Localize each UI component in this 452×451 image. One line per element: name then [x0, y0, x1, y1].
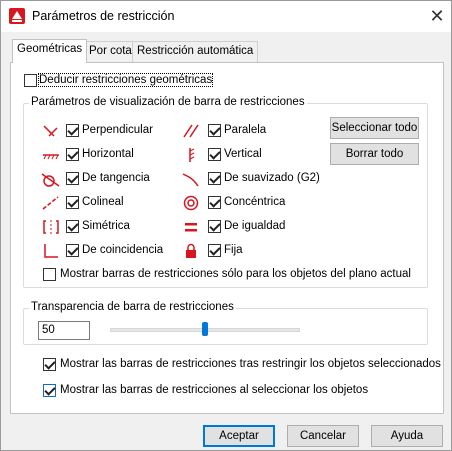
smooth-label: De suavizado (G2) [224, 172, 320, 184]
collinear-icon [42, 196, 59, 210]
transparency-input[interactable]: 50 [38, 321, 90, 340]
equal-icon [185, 223, 197, 232]
vertical-checkbox[interactable] [208, 148, 221, 161]
perpendicular-label: Perpendicular [82, 124, 153, 136]
display-group-title: Parámetros de visualización de barra de … [29, 96, 307, 108]
horizontal-label: Horizontal [82, 148, 134, 160]
symmetric-label: Simétrica [82, 220, 130, 232]
fix-checkbox[interactable] [208, 244, 221, 257]
show-on-select-checkbox[interactable] [43, 384, 56, 397]
symmetric-checkbox[interactable] [66, 220, 79, 233]
coincident-checkbox[interactable] [66, 244, 79, 257]
close-button[interactable]: ✕ [425, 4, 449, 28]
symmetric-icon [43, 220, 59, 234]
tab-geometric[interactable]: Geométricas [12, 39, 88, 63]
perpendicular-icon [43, 125, 58, 137]
title-bar: Parámetros de restricción ✕ [1, 1, 451, 32]
ok-button[interactable]: Aceptar [203, 425, 275, 447]
autocad-logo-icon [9, 8, 25, 24]
fix-lock-icon [186, 243, 196, 258]
collinear-label: Colineal [82, 196, 124, 208]
clear-all-button[interactable]: Borrar todo [330, 143, 419, 165]
parallel-icon [183, 124, 199, 138]
window-title: Parámetros de restricción [32, 9, 175, 23]
current-plane-only-label: Mostrar barras de restricciones sólo par… [60, 268, 411, 280]
coincident-label: De coincidencia [82, 244, 164, 256]
constraint-settings-dialog: Parámetros de restricción ✕ Geométricas … [0, 0, 452, 451]
perpendicular-checkbox[interactable] [66, 124, 79, 137]
parallel-checkbox[interactable] [208, 124, 221, 137]
current-plane-only-checkbox[interactable] [43, 268, 56, 281]
equal-label: De igualdad [224, 220, 286, 232]
equal-checkbox[interactable] [208, 220, 221, 233]
tangent-icon [41, 173, 60, 187]
tab-dimensional[interactable]: Por cota [84, 41, 137, 62]
horizontal-checkbox[interactable] [66, 148, 79, 161]
show-after-apply-label: Mostrar las barras de restricciones tras… [60, 358, 441, 370]
vertical-label: Vertical [224, 148, 262, 160]
concentric-icon [183, 195, 199, 211]
tab-panel-geometric: Deducir restricciones geométricas Paráme… [10, 62, 444, 414]
infer-constraints-checkbox[interactable] [24, 74, 37, 87]
concentric-label: Concéntrica [224, 196, 286, 208]
horizontal-icon [43, 154, 59, 160]
collinear-checkbox[interactable] [66, 196, 79, 209]
help-button[interactable]: Ayuda [371, 425, 443, 447]
smooth-checkbox[interactable] [208, 172, 221, 185]
coincident-icon [44, 244, 58, 258]
cancel-button[interactable]: Cancelar [287, 425, 359, 447]
transparency-slider-thumb[interactable] [202, 322, 208, 336]
tangent-checkbox[interactable] [66, 172, 79, 185]
vertical-icon [189, 148, 195, 162]
transparency-group-title: Transparencia de barra de restricciones [29, 301, 236, 313]
fix-label: Fija [224, 244, 243, 256]
parallel-label: Paralela [224, 124, 267, 136]
tab-autoconstrain[interactable]: Restricción automática [132, 41, 259, 62]
concentric-checkbox[interactable] [208, 196, 221, 209]
tangent-label: De tangencia [82, 172, 150, 184]
infer-constraints-label[interactable]: Deducir restricciones geométricas [37, 73, 214, 87]
select-all-button[interactable]: Seleccionar todo [330, 117, 419, 139]
show-after-apply-checkbox[interactable] [43, 358, 56, 371]
smooth-icon [182, 173, 199, 187]
show-on-select-label: Mostrar las barras de restricciones al s… [60, 384, 369, 396]
